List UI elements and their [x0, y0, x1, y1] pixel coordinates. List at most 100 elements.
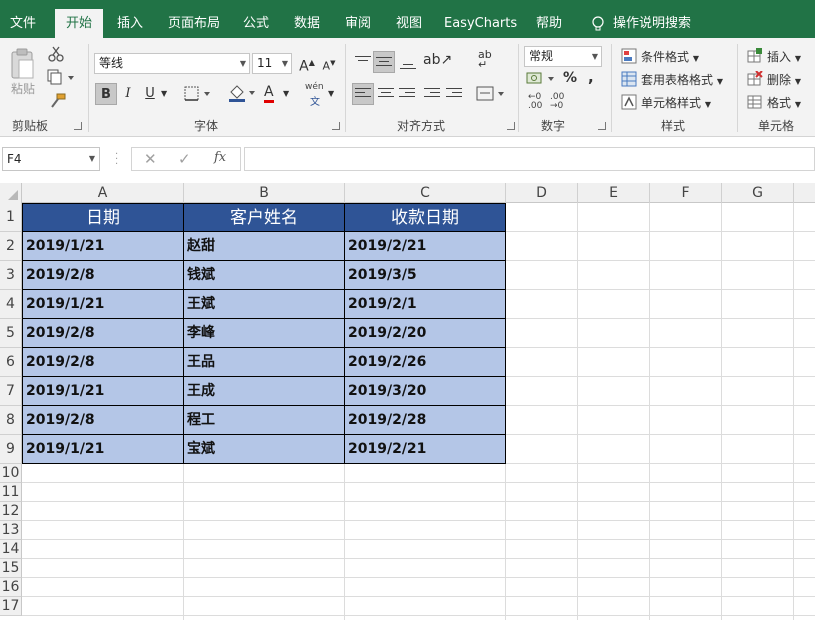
copy-icon[interactable] — [46, 69, 74, 85]
table-cell[interactable]: 2019/1/21 — [23, 290, 184, 319]
phonetic-button[interactable]: wén — [305, 82, 324, 92]
italic-button[interactable]: I — [117, 83, 139, 105]
orientation-icon[interactable]: ab↗ — [423, 52, 452, 68]
column-header-b[interactable]: B — [184, 183, 345, 203]
insert-function-button[interactable]: fx — [214, 150, 226, 165]
bottom-align-icon[interactable] — [400, 60, 416, 74]
table-cell[interactable]: 2019/2/8 — [23, 406, 184, 435]
cancel-icon[interactable]: ✕ — [144, 150, 157, 168]
decrease-decimal-icon[interactable]: .00 →0 — [550, 93, 564, 111]
table-cell[interactable]: 2019/2/28 — [345, 406, 506, 435]
wrap-text-icon[interactable]: ab ↵ — [478, 49, 492, 70]
underline-dropdown-icon[interactable]: ▼ — [161, 89, 167, 98]
tab-view[interactable]: 视图 — [392, 9, 426, 38]
row-header-12[interactable]: 12 — [0, 502, 22, 521]
cell-styles-button[interactable]: 单元格样式 ▼ — [641, 94, 711, 111]
column-header-a[interactable]: A — [22, 183, 184, 203]
tab-help[interactable]: 帮助 — [531, 9, 567, 38]
row-header-4[interactable]: 4 — [0, 290, 22, 319]
table-cell[interactable]: 赵甜 — [184, 232, 345, 261]
conditional-formatting-button[interactable]: 条件格式 ▼ — [641, 48, 699, 65]
table-cell[interactable]: 2019/2/8 — [23, 261, 184, 290]
row-header-15[interactable]: 15 — [0, 559, 22, 578]
align-center-icon[interactable] — [378, 88, 394, 102]
table-cell[interactable]: 程工 — [184, 406, 345, 435]
underline-button[interactable]: U — [139, 83, 161, 105]
column-header-f[interactable]: F — [650, 183, 722, 203]
row-header-17[interactable]: 17 — [0, 597, 22, 616]
table-cell[interactable]: 2019/2/26 — [345, 348, 506, 377]
comma-style-button[interactable]: , — [588, 68, 594, 86]
formula-input[interactable] — [244, 147, 815, 171]
table-cell[interactable]: 2019/2/8 — [23, 348, 184, 377]
shrink-font-button[interactable]: A▼ — [318, 52, 340, 74]
fill-color-icon[interactable] — [227, 83, 257, 103]
row-header-9[interactable]: 9 — [0, 435, 22, 464]
row-header-6[interactable]: 6 — [0, 348, 22, 377]
row-header-2[interactable]: 2 — [0, 232, 22, 261]
merge-center-icon[interactable] — [476, 86, 506, 102]
tab-formulas[interactable]: 公式 — [239, 9, 273, 38]
tell-me-search[interactable]: 操作说明搜索 — [612, 9, 692, 38]
alignment-launcher-icon[interactable] — [507, 122, 515, 130]
paste-icon[interactable] — [9, 48, 37, 80]
select-all-button[interactable] — [0, 183, 22, 203]
table-cell[interactable]: 李峰 — [184, 319, 345, 348]
tab-page-layout[interactable]: 页面布局 — [164, 9, 224, 38]
row-header-7[interactable]: 7 — [0, 377, 22, 406]
align-left-button[interactable] — [352, 83, 374, 105]
top-align-icon[interactable] — [355, 56, 371, 70]
table-cell[interactable]: 2019/2/21 — [345, 232, 506, 261]
tab-insert[interactable]: 插入 — [112, 9, 148, 38]
table-cell[interactable]: 2019/3/20 — [345, 377, 506, 406]
table-cell[interactable]: 王品 — [184, 348, 345, 377]
row-header-5[interactable]: 5 — [0, 319, 22, 348]
clipboard-launcher-icon[interactable] — [74, 122, 82, 130]
table-cell[interactable]: 2019/1/21 — [23, 377, 184, 406]
table-cell[interactable]: 2019/2/1 — [345, 290, 506, 319]
delete-cells-button[interactable]: 删除 ▼ — [767, 71, 801, 88]
increase-decimal-icon[interactable]: ←0.00 — [528, 93, 542, 111]
row-header-14[interactable]: 14 — [0, 540, 22, 559]
row-header-13[interactable]: 13 — [0, 521, 22, 540]
tab-file[interactable]: 文件 — [4, 9, 42, 38]
row-header-10[interactable]: 10 — [0, 464, 22, 483]
column-header-e[interactable]: E — [578, 183, 650, 203]
name-box-dropdown-icon[interactable]: ▼ — [89, 148, 95, 170]
row-header-1[interactable]: 1 — [0, 203, 22, 232]
font-color-button[interactable]: A — [264, 85, 274, 103]
decrease-indent-icon[interactable] — [424, 88, 440, 102]
column-header-g[interactable]: G — [722, 183, 794, 203]
table-cell[interactable]: 王斌 — [184, 290, 345, 319]
bold-button[interactable]: B — [95, 83, 117, 105]
grow-font-button[interactable]: A▲ — [296, 52, 318, 75]
row-header-3[interactable]: 3 — [0, 261, 22, 290]
table-cell[interactable]: 2019/2/21 — [345, 435, 506, 464]
tab-data[interactable]: 数据 — [290, 9, 324, 38]
header-cell-date[interactable]: 日期 — [23, 204, 184, 232]
paste-button[interactable]: 粘贴 — [11, 80, 35, 97]
tab-easycharts[interactable]: EasyCharts — [444, 9, 517, 38]
font-size-combo[interactable]: 11 ▼ — [252, 53, 292, 74]
enter-icon[interactable]: ✓ — [178, 150, 191, 168]
tab-home[interactable]: 开始 — [55, 9, 103, 38]
table-cell[interactable]: 2019/2/20 — [345, 319, 506, 348]
table-cell[interactable]: 2019/2/8 — [23, 319, 184, 348]
align-right-icon[interactable] — [399, 88, 415, 102]
insert-cells-button[interactable]: 插入 ▼ — [767, 48, 801, 65]
number-format-combo[interactable]: 常规 ▼ — [524, 46, 602, 67]
name-box[interactable]: F4 ▼ — [2, 147, 100, 171]
tab-review[interactable]: 审阅 — [341, 9, 375, 38]
column-header-c[interactable]: C — [345, 183, 506, 203]
header-cell-customer[interactable]: 客户姓名 — [184, 204, 345, 232]
row-header-8[interactable]: 8 — [0, 406, 22, 435]
font-launcher-icon[interactable] — [332, 122, 340, 130]
borders-icon[interactable] — [184, 86, 212, 102]
middle-align-button[interactable] — [373, 51, 395, 73]
cut-icon[interactable] — [48, 46, 64, 62]
phonetic-dropdown-icon[interactable]: ▼ — [328, 89, 334, 98]
format-cells-button[interactable]: 格式 ▼ — [767, 94, 801, 111]
table-cell[interactable]: 2019/1/21 — [23, 435, 184, 464]
row-header-11[interactable]: 11 — [0, 483, 22, 502]
column-header-d[interactable]: D — [506, 183, 578, 203]
